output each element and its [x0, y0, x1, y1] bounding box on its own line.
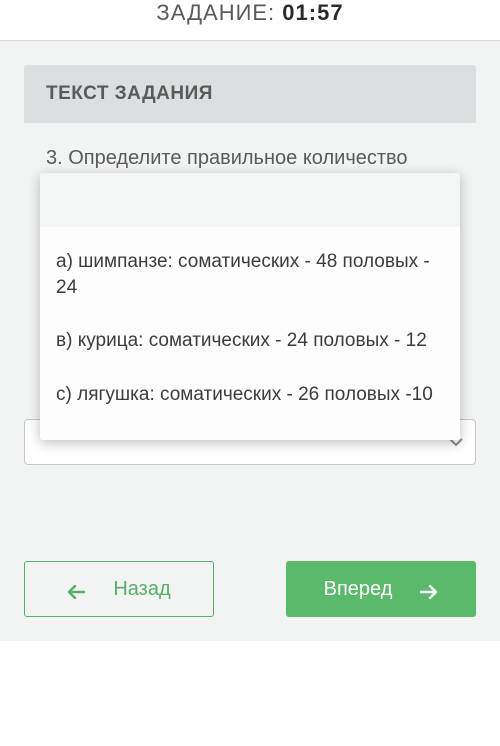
question-text: 3. Определите правильное количество [24, 123, 476, 170]
option-a[interactable]: а) шимпанзе: соматических - 48 половых -… [54, 235, 446, 314]
popup-body: а) шимпанзе: соматических - 48 половых -… [40, 227, 460, 440]
header-bar: ЗАДАНИЕ: 01:57 [0, 0, 500, 40]
option-c[interactable]: с) лягушка: соматических - 26 половых -1… [54, 368, 446, 422]
task-label: ЗАДАНИЕ: [156, 0, 282, 25]
options-popup: а) шимпанзе: соматических - 48 половых -… [40, 173, 460, 440]
arrow-right-icon [420, 582, 438, 596]
option-b[interactable]: в) курица: соматических - 24 половых - 1… [54, 314, 446, 368]
forward-button[interactable]: Вперед [286, 561, 476, 617]
panel-title: ТЕКСТ ЗАДАНИЯ [46, 83, 454, 105]
nav-row: Назад Вперед [24, 561, 476, 617]
back-button[interactable]: Назад [24, 561, 214, 617]
timer-value: 01:57 [282, 0, 343, 25]
panel-header: ТЕКСТ ЗАДАНИЯ [24, 65, 476, 123]
content-area: ТЕКСТ ЗАДАНИЯ 3. Определите правильное к… [0, 41, 500, 641]
arrow-left-icon [67, 582, 85, 596]
popup-header [40, 173, 460, 227]
back-label: Назад [113, 578, 170, 601]
forward-label: Вперед [324, 578, 393, 601]
